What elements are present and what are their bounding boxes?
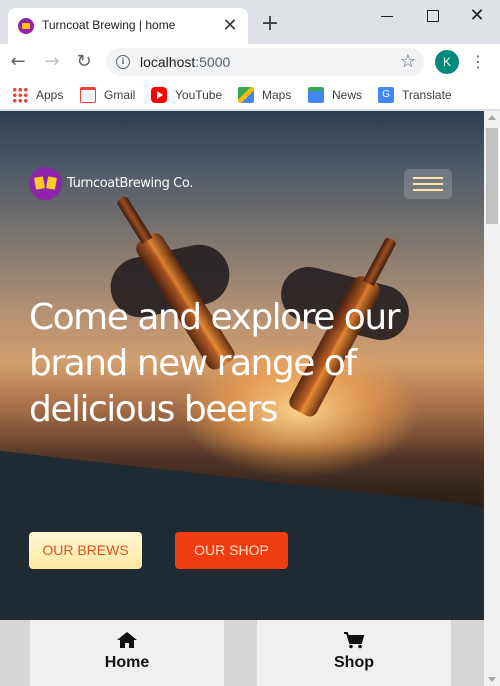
maximize-button[interactable] [418,6,448,26]
site-favicon-icon [18,18,34,34]
bookmark-gmail[interactable]: Gmail [80,86,135,104]
our-brews-button[interactable]: OUR BREWS [29,532,142,569]
new-tab-button[interactable]: + [258,12,282,36]
beer-mugs-logo-icon [29,167,62,200]
bookmark-news[interactable]: News [308,86,362,104]
tab-strip: Turncoat Brewing | home ✕ + ✕ [0,0,500,44]
profile-avatar[interactable]: K [435,50,459,74]
bookmark-apps[interactable]: Apps [12,86,63,104]
url-host: localhost [140,54,196,70]
site-info-icon[interactable]: i [116,55,130,69]
hamburger-line [413,177,443,179]
page-scrollbar[interactable] [484,111,500,686]
browser-tab[interactable]: Turncoat Brewing | home ✕ [8,8,248,44]
scroll-up-arrow-icon[interactable] [488,115,496,120]
bookmark-label: YouTube [175,88,223,102]
bottom-navigation: Home Shop [0,620,484,686]
hamburger-line [413,189,443,191]
home-icon [116,631,138,649]
bookmark-translate[interactable]: G Translate [378,86,452,104]
bookmark-label: Translate [402,88,452,102]
minimize-button[interactable] [372,6,402,26]
maps-icon [238,87,254,103]
brand-name: TurncoatBrewing Co. [67,176,193,191]
bookmark-youtube[interactable]: YouTube [151,86,222,104]
bookmark-label: Maps [262,88,292,102]
url-text[interactable]: localhost:5000 [140,54,230,70]
reload-button[interactable]: ↻ [72,50,96,74]
hamburger-menu-button[interactable] [404,169,452,199]
news-icon [308,87,324,103]
gmail-icon [80,87,96,103]
translate-icon: G [378,87,394,103]
bookmark-label: Gmail [104,88,136,102]
window-close-button[interactable]: ✕ [462,6,492,26]
bookmarks-bar: Apps Gmail YouTube Maps News G Translate [0,80,500,110]
url-port: :5000 [195,54,231,70]
nav-shop-label: Shop [334,654,374,671]
address-bar[interactable]: i localhost:5000 ☆ [106,48,424,76]
tab-title: Turncoat Brewing | home [42,18,176,32]
bookmark-label: Apps [36,88,64,102]
cart-icon [343,631,365,649]
tab-close-icon[interactable]: ✕ [220,16,240,36]
browser-menu-icon[interactable]: ⋮ [470,50,486,74]
scroll-thumb[interactable] [486,128,498,224]
brand-logo-link[interactable]: TurncoatBrewing Co. [29,167,193,200]
bookmark-star-icon[interactable]: ☆ [400,51,416,72]
forward-button[interactable]: → [40,50,64,74]
nav-shop[interactable]: Shop [257,620,451,686]
our-shop-button[interactable]: OUR SHOP [175,532,288,569]
nav-home-label: Home [104,654,150,671]
youtube-icon [151,87,167,103]
back-button[interactable]: ← [6,50,30,74]
browser-toolbar: ← → ↻ i localhost:5000 ☆ K ⋮ [0,44,500,80]
nav-home[interactable]: Home [30,620,224,686]
bookmark-label: News [332,88,363,102]
apps-grid-icon [12,87,28,103]
hero-headline: Come and explore our brand new range of … [29,297,400,430]
scroll-down-arrow-icon[interactable] [488,677,496,682]
page-viewport: TurncoatBrewing Co. Come and explore our… [0,111,484,686]
hamburger-line [413,183,443,185]
bookmark-maps[interactable]: Maps [238,86,291,104]
